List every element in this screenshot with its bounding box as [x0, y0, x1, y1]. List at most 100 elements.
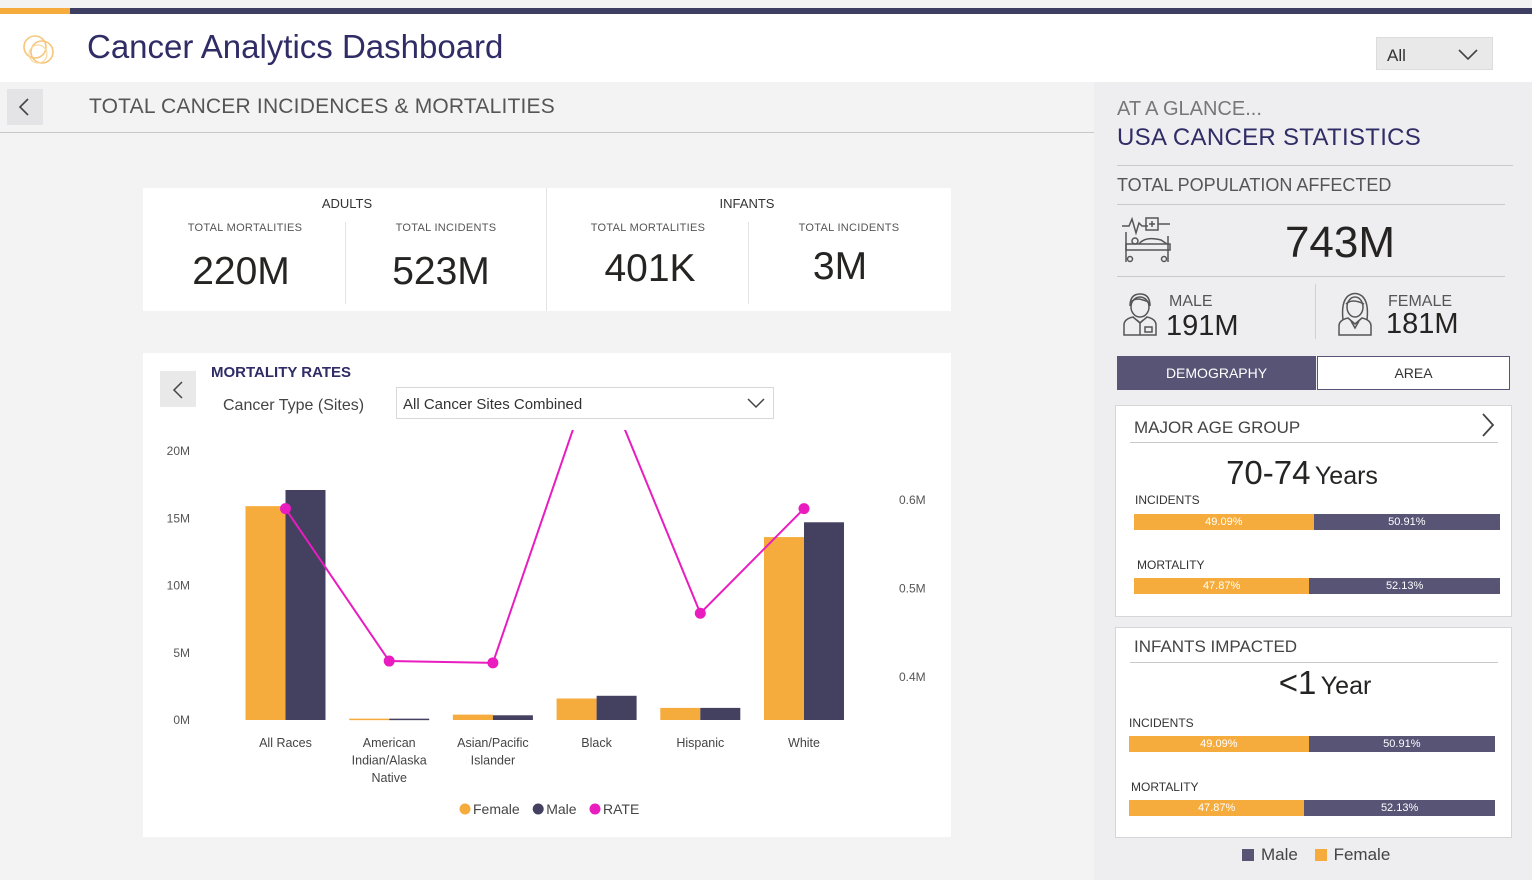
age-mortality-male-segment: 52.13%	[1309, 578, 1500, 594]
x-axis-tick-label: American	[363, 736, 416, 750]
bar-female	[452, 714, 493, 720]
infants-incidents-male-segment: 50.91%	[1308, 736, 1495, 752]
bar-female	[556, 698, 597, 720]
age-group-title: MAJOR AGE GROUP	[1134, 418, 1301, 437]
bar-female	[349, 718, 390, 721]
age-mortality-label: MORTALITY	[1137, 558, 1205, 572]
age-incidents-male-segment: 50.91%	[1313, 514, 1500, 530]
mortality-chart: 0M 5M 10M 15M 20M 0.4M 0.5M 0.6M All Races Americ…	[167, 430, 926, 817]
glance-subtitle: AT A GLANCE...	[1117, 98, 1262, 120]
right-axis-tick-label: 0.6M	[899, 493, 926, 507]
adults-incidents-label: TOTAL INCIDENTS	[395, 222, 497, 234]
bar-female	[764, 537, 804, 720]
left-axis-tick-label: 5M	[173, 646, 190, 660]
x-axis-tick-label: All Races	[259, 736, 312, 750]
infants-incidents-label: INCIDENTS	[1129, 716, 1194, 730]
cancer-type-label: Cancer Type (Sites)	[223, 397, 365, 414]
back-button[interactable]	[7, 89, 43, 125]
left-axis-tick-label: 20M	[167, 444, 190, 458]
infants-incidents-value: 3M	[812, 245, 868, 288]
data-point-rate	[694, 607, 706, 619]
male-person-icon	[1121, 290, 1159, 341]
chart-title: MORTALITY RATES	[211, 364, 351, 381]
chart-back-button[interactable]	[160, 371, 196, 407]
infants-incidents-female-segment: 49.09%	[1129, 736, 1309, 752]
infants-incidents-bar: 49.09% 50.91%	[1129, 736, 1495, 752]
infants-mortality-female-segment: 47.87%	[1129, 800, 1305, 816]
legend-marker-female	[459, 803, 471, 815]
population-label: TOTAL POPULATION AFFECTED	[1117, 175, 1392, 195]
legend-marker-male	[532, 803, 544, 815]
adults-mortalities-label: TOTAL MORTALITIES	[187, 222, 303, 234]
age-mortality-female-segment: 47.87%	[1134, 578, 1310, 594]
age-group-unit: Years	[1314, 462, 1378, 490]
chevron-down-icon	[747, 398, 765, 409]
section-divider	[0, 132, 1094, 133]
male-label: MALE	[1169, 293, 1213, 310]
bar-male	[389, 718, 430, 721]
age-mortality-bar: 47.87% 52.13%	[1134, 578, 1500, 594]
chevron-left-icon	[172, 381, 183, 399]
infants-mortalities-value: 401K	[604, 247, 696, 290]
logo-icon	[20, 30, 60, 70]
bar-male	[492, 715, 533, 720]
infants-value: <1	[1278, 664, 1317, 701]
global-filter-dropdown[interactable]: All	[1376, 37, 1493, 70]
legend-label-male: Male	[546, 801, 577, 817]
legend-swatch-female	[1314, 849, 1327, 861]
left-axis-tick-label: 0M	[173, 713, 190, 727]
bar-female	[245, 506, 286, 720]
data-point-rate	[798, 503, 810, 515]
infants-incidents-label: TOTAL INCIDENTS	[798, 222, 900, 234]
tab-demography[interactable]: DEMOGRAPHY	[1117, 356, 1316, 390]
legend-label-male: Male	[1261, 845, 1298, 864]
age-group-value: 70-74	[1226, 454, 1311, 491]
infants-mortality-male-segment: 52.13%	[1304, 800, 1495, 816]
data-point-rate	[383, 655, 395, 667]
age-incidents-label: INCIDENTS	[1135, 493, 1200, 507]
infants-group-label: INFANTS	[719, 196, 775, 211]
bar-male	[285, 490, 326, 720]
bar-male	[700, 707, 741, 720]
hospital-bed-icon	[1121, 214, 1173, 269]
glance-divider	[1117, 276, 1505, 277]
left-axis-tick-label: 10M	[167, 579, 190, 593]
data-point-rate	[487, 657, 499, 669]
chevron-right-icon[interactable]	[1480, 412, 1496, 443]
legend-swatch-male	[1242, 849, 1254, 861]
data-point-rate	[280, 503, 291, 515]
x-axis-tick-label: Asian/Pacific	[457, 736, 529, 750]
infants-value-row: <1 Year	[1150, 664, 1500, 702]
tab-area[interactable]: AREA	[1317, 356, 1510, 390]
gender-divider	[1315, 284, 1316, 339]
age-incidents-female-segment: 49.09%	[1134, 514, 1314, 530]
app-title: Cancer Analytics Dashboard	[87, 28, 504, 65]
infants-mortalities-label: TOTAL MORTALITIES	[590, 222, 706, 234]
global-filter-value: All	[1387, 46, 1406, 65]
chevron-down-icon	[1458, 49, 1478, 61]
section-title: TOTAL CANCER INCIDENCES & MORTALITIES	[89, 95, 555, 118]
x-axis-tick-label: Indian/Alaska	[352, 754, 427, 768]
x-axis-tick-label: Islander	[471, 754, 515, 768]
x-axis-tick-label: Native	[371, 771, 406, 785]
infants-mortality-label: MORTALITY	[1131, 780, 1199, 794]
infants-title: INFANTS IMPACTED	[1134, 637, 1298, 656]
series-line-rate	[284, 430, 805, 664]
male-value: 191M	[1166, 310, 1239, 342]
glance-title: USA CANCER STATISTICS	[1117, 124, 1422, 151]
cancer-type-dropdown[interactable]: All Cancer Sites Combined	[396, 387, 774, 419]
infants-unit: Year	[1320, 672, 1372, 700]
age-group-value-row: 70-74 Years	[1130, 454, 1474, 492]
gender-legend: Male Female	[1242, 845, 1390, 865]
glance-divider	[1117, 204, 1505, 205]
cancer-type-value: All Cancer Sites Combined	[403, 396, 583, 413]
x-axis-tick-label: Hispanic	[676, 736, 724, 750]
card-divider	[1130, 442, 1498, 443]
legend-label-rate: RATE	[603, 801, 639, 817]
bar-male	[596, 695, 637, 720]
adults-mortalities-value: 220M	[192, 250, 290, 293]
x-axis-tick-label: White	[788, 736, 820, 750]
legend-label-female: Female	[473, 801, 520, 817]
right-axis-tick-label: 0.5M	[899, 581, 926, 595]
glance-divider	[1117, 165, 1513, 166]
